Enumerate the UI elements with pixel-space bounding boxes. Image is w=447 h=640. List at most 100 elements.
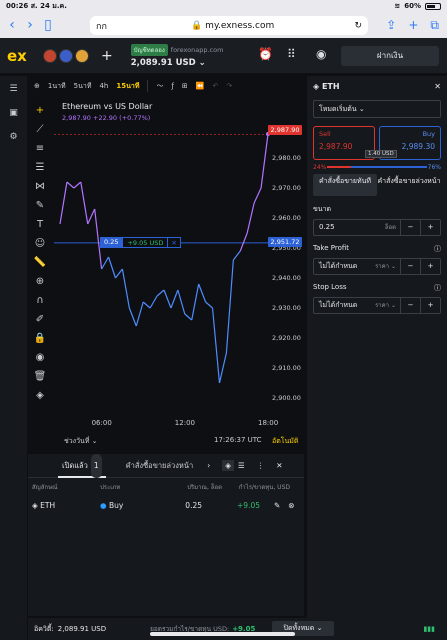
pattern-icon[interactable]: ⋈: [33, 180, 47, 193]
forward-icon[interactable]: ›: [24, 17, 36, 33]
timeframe-1m[interactable]: 1นาที: [48, 81, 66, 92]
col-symbol: สัญลักษณ์: [32, 484, 58, 491]
order-mode-select[interactable]: โหมดเริ่มต้น ⌄: [313, 100, 441, 118]
redo-icon[interactable]: ↷: [226, 82, 232, 90]
alarm-clock-icon[interactable]: ⏰: [258, 47, 273, 61]
sl-decrease-button[interactable]: −: [400, 298, 420, 313]
chart-canvas[interactable]: [54, 98, 304, 438]
instrument-flag-icon[interactable]: [75, 48, 89, 63]
instrument-flag-icon[interactable]: [43, 48, 57, 63]
price-line-segment: [177, 289, 186, 315]
timeframe-15m[interactable]: 15นาที: [116, 81, 139, 92]
crosshair-icon[interactable]: +: [33, 104, 47, 117]
date-range-button[interactable]: ช่วงวันที่ ⌄: [64, 436, 98, 447]
stop-loss-unit[interactable]: ราคา ⌄: [375, 298, 400, 313]
reload-icon[interactable]: ↻: [354, 21, 362, 31]
price-line-segment: [198, 283, 207, 303]
add-instrument-icon[interactable]: +: [101, 48, 113, 64]
stack-icon[interactable]: ☰: [238, 461, 245, 470]
account-balance: 2,089.91 USD ⌄: [130, 57, 206, 68]
decrease-button[interactable]: −: [400, 220, 420, 235]
row-symbol: ◈ ETH: [32, 501, 56, 510]
tab-market-order[interactable]: คำสั่งซื้อขายทันที: [313, 174, 377, 196]
magnet-icon[interactable]: ∩: [33, 294, 47, 307]
account-selector[interactable]: บัญชีทดลอง forexonapp.com 2,089.91 USD ⌄: [130, 43, 223, 68]
close-panel-icon[interactable]: ✕: [276, 461, 282, 470]
text-tool-icon[interactable]: T: [33, 218, 47, 231]
close-position-icon[interactable]: ⊗: [288, 501, 294, 510]
price-chart[interactable]: Ethereum vs US Dollar 2,987.90 +22.90 (+…: [54, 98, 304, 450]
back-icon[interactable]: ‹: [6, 17, 18, 33]
info-icon[interactable]: ⓘ: [434, 244, 441, 254]
demo-badge: บัญชีทดลอง: [130, 43, 168, 56]
position-volume: 0.25: [100, 237, 123, 248]
trash-icon[interactable]: 🗑: [33, 370, 47, 383]
zoom-in-icon[interactable]: ⊕: [33, 275, 47, 288]
brush-icon[interactable]: ✎: [33, 199, 47, 212]
auto-scale-toggle[interactable]: อัตโนมัติ: [272, 436, 298, 447]
timeframe-5m[interactable]: 5นาที: [74, 81, 92, 92]
address-bar[interactable]: กก 🔒 my.exness.com ↻: [90, 16, 368, 35]
emoji-icon[interactable]: ☺: [33, 237, 47, 250]
profile-icon[interactable]: ◉: [316, 47, 326, 61]
calendar-icon[interactable]: ▣: [9, 108, 18, 118]
price-line-segment: [128, 307, 137, 327]
stop-loss-input[interactable]: ไม่ได้กำหนด: [314, 298, 375, 313]
info-icon[interactable]: ⓘ: [434, 283, 441, 293]
instrument-flag-icon[interactable]: [59, 48, 73, 63]
size-unit: ล็อต: [384, 224, 396, 231]
price-line-segment: [107, 256, 117, 279]
page-settings[interactable]: กก: [96, 19, 107, 33]
increase-button[interactable]: +: [420, 220, 440, 235]
layout-icon[interactable]: ⊞: [182, 82, 188, 90]
share-icon[interactable]: ⇪: [386, 18, 396, 33]
tabs-icon[interactable]: ⧉: [430, 18, 439, 33]
chevron-right-icon[interactable]: ›: [207, 461, 210, 470]
size-input[interactable]: 0.25: [314, 220, 385, 235]
fibonacci-icon[interactable]: ☰: [33, 161, 47, 174]
sl-increase-button[interactable]: +: [420, 298, 440, 313]
deposit-button[interactable]: ฝากเงิน: [341, 46, 439, 66]
tp-increase-button[interactable]: +: [420, 259, 440, 274]
take-profit-input[interactable]: ไม่ได้กำหนด: [314, 259, 375, 274]
menu-icon[interactable]: ☰: [9, 84, 17, 94]
close-position-icon[interactable]: ✕: [168, 237, 181, 248]
position-marker[interactable]: 0.25 +9.05 USD ✕: [100, 237, 181, 248]
edit-icon[interactable]: ✎: [274, 501, 280, 510]
col-pl: กำไร/ขาดทุน, USD: [238, 484, 290, 491]
close-icon[interactable]: ✕: [434, 82, 441, 91]
lock-icon[interactable]: 🔒: [33, 332, 47, 345]
tab-open-positions[interactable]: เปิดแล้ว 1: [58, 453, 106, 478]
layers-icon[interactable]: ◈: [33, 389, 47, 402]
position-row[interactable]: ◈ ETH ● Buy 0.25 +9.05 ✎ ⊗: [28, 496, 304, 515]
undo-icon[interactable]: ↶: [213, 82, 219, 90]
price-line-segment: [142, 301, 151, 309]
take-profit-unit[interactable]: ราคา ⌄: [375, 259, 400, 274]
eye-icon[interactable]: ◉: [33, 351, 47, 364]
more-icon[interactable]: ⋮: [257, 461, 265, 470]
positions-panel: เปิดแล้ว 1 คำสั่งซื้อขายล่วงหน้า › ◈ ☰ ⋮ …: [28, 453, 304, 616]
tab-pending-order[interactable]: คำสั่งซื้อขายล่วงหน้า: [377, 174, 441, 196]
chart-type-icon[interactable]: 〜: [156, 81, 163, 91]
settings-icon[interactable]: ⚙: [9, 132, 17, 142]
chart-toolbar: ⊕ 1นาที 5นาที 4h 15นาที 〜 ƒ ⊞ ⏪ ↶ ↷: [28, 76, 304, 96]
tab-pending-positions[interactable]: คำสั่งซื้อขายล่วงหน้า: [126, 460, 194, 472]
grouping-icon[interactable]: ◈: [222, 460, 234, 471]
lock-drawing-icon[interactable]: ✐: [33, 313, 47, 326]
ruler-icon[interactable]: 📏: [33, 256, 47, 269]
connection-icon: ▮▮▮: [423, 625, 435, 633]
rewind-icon[interactable]: ⏪: [196, 82, 205, 90]
col-type: ประเภท: [100, 484, 121, 491]
status-time: 00:26 ส. 24 ม.ค.: [6, 1, 67, 10]
indicator-icon[interactable]: ƒ: [171, 82, 173, 90]
apps-grid-icon[interactable]: ⠿: [287, 47, 296, 61]
timeframe-4h[interactable]: 4h: [99, 82, 108, 90]
new-tab-icon[interactable]: +: [408, 18, 418, 33]
add-indicator-icon[interactable]: ⊕: [34, 82, 40, 90]
book-icon[interactable]: ▯: [42, 17, 54, 33]
ios-status-bar: 00:26 ส. 24 ม.ค. ≋ 60%: [0, 0, 447, 12]
trendline-icon[interactable]: ⟋: [33, 123, 47, 136]
buy-label: Buy: [422, 130, 435, 138]
tp-decrease-button[interactable]: −: [400, 259, 420, 274]
parallel-lines-icon[interactable]: ≡: [33, 142, 47, 155]
